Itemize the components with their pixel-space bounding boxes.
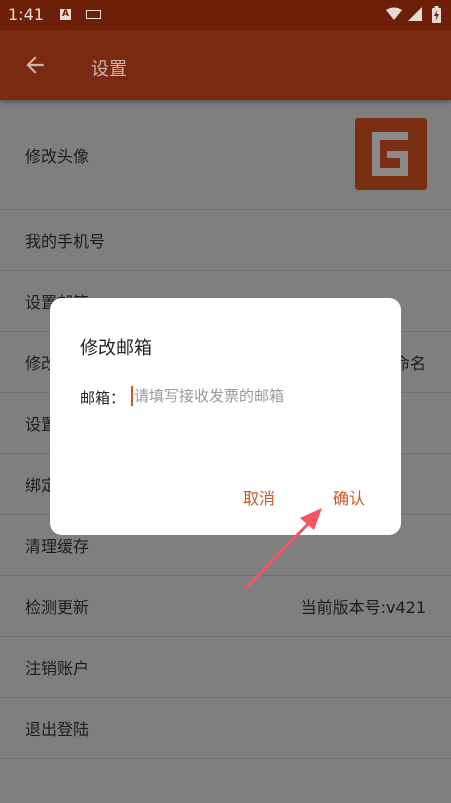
settings-row-phone[interactable]: 我的手机号 — [0, 210, 451, 271]
keyboard-icon — [86, 10, 101, 19]
text-cursor — [131, 386, 133, 406]
email-field-label: 邮箱： — [80, 389, 126, 407]
settings-row-logout[interactable]: 退出登陆 — [0, 698, 451, 759]
settings-row-cancel-account[interactable]: 注销账户 — [0, 637, 451, 698]
settings-row-label: 我的手机号 — [25, 232, 106, 251]
app-toolbar: 设置 — [0, 30, 451, 100]
email-input[interactable] — [134, 384, 374, 408]
page-title: 设置 — [91, 59, 127, 80]
cancel-button[interactable]: 取消 — [243, 485, 275, 509]
version-value: 当前版本号:v421 — [300, 598, 426, 617]
settings-row-avatar[interactable]: 修改头像 — [0, 100, 451, 210]
signal-icon — [408, 7, 422, 21]
edit-email-dialog: 修改邮箱 邮箱： 取消 确认 — [50, 298, 401, 535]
status-bar: 1:41 A — [0, 0, 451, 30]
wifi-icon — [386, 7, 402, 20]
arrow-left-icon[interactable] — [22, 52, 48, 78]
dialog-title: 修改邮箱 — [80, 338, 152, 359]
app-logo-icon — [355, 118, 427, 190]
settings-row-label: 退出登陆 — [25, 720, 90, 739]
settings-row-label: 注销账户 — [25, 659, 90, 678]
settings-row-label: 检测更新 — [25, 598, 90, 617]
notification-a-icon: A — [60, 9, 71, 20]
settings-row-check-update[interactable]: 检测更新 当前版本号:v421 — [0, 576, 451, 637]
battery-charging-icon — [432, 6, 441, 23]
status-time: 1:41 — [8, 5, 44, 24]
confirm-button[interactable]: 确认 — [333, 485, 365, 509]
settings-row-label: 清理缓存 — [25, 537, 90, 556]
settings-row-label: 修改头像 — [25, 146, 90, 166]
